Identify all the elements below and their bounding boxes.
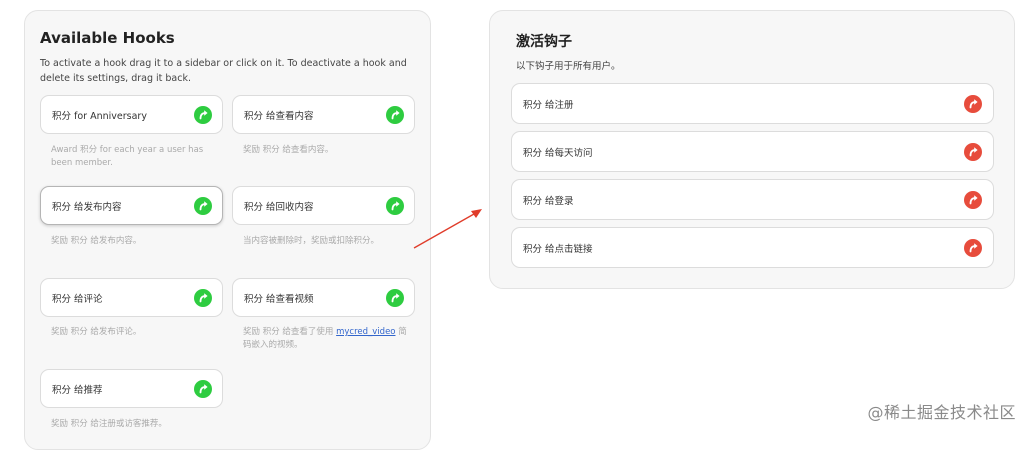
hook-comments[interactable]: 积分 给评论 — [40, 278, 223, 317]
activate-arrow-icon[interactable] — [386, 106, 404, 124]
available-hooks-panel: Available Hooks To activate a hook drag … — [24, 10, 431, 450]
hook-publish-content[interactable]: 积分 给发布内容 — [40, 186, 223, 225]
active-hook-link-click[interactable]: 积分 给点击链接 — [511, 227, 994, 268]
deactivate-arrow-icon[interactable] — [964, 191, 982, 209]
hook-description: Award 积分 for each year a user has been m… — [51, 145, 204, 168]
hook-anniversary[interactable]: 积分 for Anniversary — [40, 95, 223, 134]
active-hook-login[interactable]: 积分 给登录 — [511, 179, 994, 220]
active-hook-registration[interactable]: 积分 给注册 — [511, 83, 994, 124]
active-hooks-panel: 激活钩子 以下钩子用于所有用户。 积分 给注册 积分 给每天访问 积分 给登录 … — [489, 10, 1015, 289]
hook-description: 当内容被删除时，奖励或扣除积分。 — [243, 236, 380, 246]
hook-label: 积分 给推荐 — [52, 385, 103, 396]
hook-label: 积分 给查看内容 — [244, 111, 314, 122]
active-hooks-title: 激活钩子 — [516, 34, 572, 50]
deactivate-arrow-icon[interactable] — [964, 239, 982, 257]
active-hooks-description: 以下钩子用于所有用户。 — [516, 61, 621, 72]
activate-arrow-icon[interactable] — [194, 289, 212, 307]
hook-delete-content[interactable]: 积分 给回收内容 — [232, 186, 415, 225]
activate-arrow-icon[interactable] — [194, 380, 212, 398]
hook-label: 积分 给注册 — [523, 100, 574, 111]
available-hooks-title: Available Hooks — [40, 29, 175, 47]
watermark: @稀土掘金技术社区 — [867, 403, 1016, 422]
hook-description: 奖励 积分 给发布评论。 — [51, 327, 142, 337]
hook-view-content[interactable]: 积分 给查看内容 — [232, 95, 415, 134]
deactivate-arrow-icon[interactable] — [964, 95, 982, 113]
hook-label: 积分 给发布内容 — [52, 202, 122, 213]
hook-label: 积分 给回收内容 — [244, 202, 314, 213]
hook-view-video[interactable]: 积分 给查看视频 — [232, 278, 415, 317]
drag-arrow-icon — [413, 209, 482, 249]
hook-label: 积分 给每天访问 — [523, 148, 593, 159]
mycred-video-link[interactable]: mycred_video — [336, 327, 395, 337]
hook-description-text: 奖励 积分 给查看了使用 — [243, 327, 337, 337]
hook-referral[interactable]: 积分 给推荐 — [40, 369, 223, 408]
deactivate-arrow-icon[interactable] — [964, 143, 982, 161]
activate-arrow-icon[interactable] — [386, 289, 404, 307]
hook-label: 积分 for Anniversary — [52, 111, 147, 122]
activate-arrow-icon[interactable] — [194, 197, 212, 215]
hook-label: 积分 给评论 — [52, 294, 103, 305]
hook-description: 奖励 积分 给查看了使用 mycred_video 简码嵌入的视频。 — [243, 326, 413, 352]
active-hook-daily-visit[interactable]: 积分 给每天访问 — [511, 131, 994, 172]
available-hooks-description: To activate a hook drag it to a sidebar … — [40, 58, 407, 84]
activate-arrow-icon[interactable] — [386, 197, 404, 215]
activate-arrow-icon[interactable] — [194, 106, 212, 124]
hook-label: 积分 给点击链接 — [523, 244, 593, 255]
hook-description: 奖励 积分 给注册或访客推荐。 — [51, 419, 167, 429]
hook-label: 积分 给查看视频 — [244, 294, 314, 305]
hook-description: 奖励 积分 给发布内容。 — [51, 236, 142, 246]
hook-description: 奖励 积分 给查看内容。 — [243, 145, 334, 155]
hook-label: 积分 给登录 — [523, 196, 574, 207]
